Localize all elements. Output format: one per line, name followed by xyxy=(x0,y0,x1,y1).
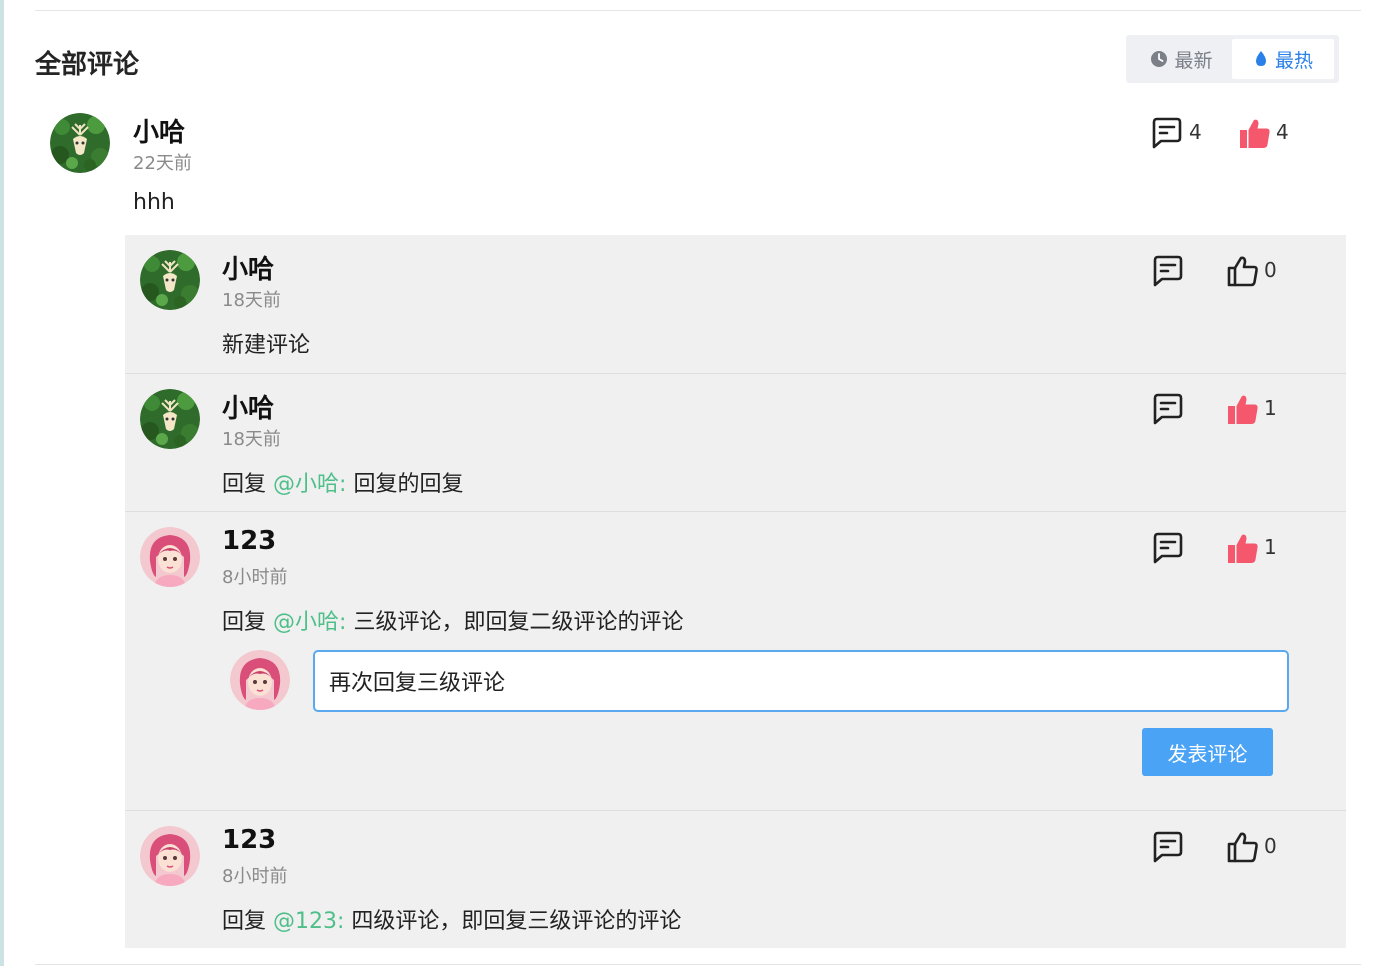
sort-latest-label: 最新 xyxy=(1174,49,1213,72)
reply-divider xyxy=(125,511,1346,512)
avatar[interactable] xyxy=(50,113,110,173)
like-count: 0 xyxy=(1264,258,1277,282)
reply-username[interactable]: 小哈 xyxy=(222,249,274,286)
reply-time: 18天前 xyxy=(222,429,281,450)
like-count: 0 xyxy=(1264,834,1277,858)
thumbs-up-filled-icon[interactable] xyxy=(1238,116,1272,150)
bottom-divider xyxy=(35,964,1361,965)
deer-avatar-icon xyxy=(140,250,200,310)
reply-divider xyxy=(125,373,1346,374)
reply-username[interactable]: 小哈 xyxy=(222,388,274,425)
sort-tabs: 最新 最热 xyxy=(1126,35,1339,83)
left-edge-strip xyxy=(0,0,4,966)
reply-text: 三级评论，即回复二级评论的评论 xyxy=(353,610,684,635)
mention-link[interactable]: @小哈: xyxy=(273,472,346,497)
thumbs-up-icon[interactable] xyxy=(1226,830,1260,864)
girl-avatar-icon xyxy=(140,826,200,886)
comment-icon[interactable] xyxy=(1151,254,1185,288)
deer-avatar-icon xyxy=(140,389,200,449)
reply-prefix: 回复 xyxy=(222,610,267,635)
reply-content: 回复 @小哈: 三级评论，即回复二级评论的评论 xyxy=(222,604,683,636)
reply-time: 8小时前 xyxy=(222,866,288,887)
thumbs-up-icon[interactable] xyxy=(1226,254,1260,288)
clock-icon xyxy=(1151,51,1168,67)
reply-divider xyxy=(125,810,1346,811)
like-count: 4 xyxy=(1276,120,1289,144)
comment-content: hhh xyxy=(133,190,175,215)
comment-icon[interactable] xyxy=(1151,392,1185,426)
reply-form-avatar xyxy=(230,650,290,710)
sort-hot-label: 最热 xyxy=(1274,49,1313,72)
reply-username[interactable]: 123 xyxy=(222,526,276,556)
girl-avatar-icon xyxy=(230,650,290,710)
mention-link[interactable]: @小哈: xyxy=(273,610,346,635)
reply-content: 回复 @小哈: 回复的回复 xyxy=(222,466,463,498)
comment-icon[interactable] xyxy=(1151,830,1185,864)
thumbs-up-filled-icon[interactable] xyxy=(1226,392,1260,426)
comment-time: 22天前 xyxy=(133,153,192,174)
reply-text: 四级评论，即回复三级评论的评论 xyxy=(351,909,682,934)
reply-time: 8小时前 xyxy=(222,567,288,588)
mention-link[interactable]: @123: xyxy=(273,909,344,934)
avatar[interactable] xyxy=(140,527,200,587)
section-title: 全部评论 xyxy=(35,50,140,80)
comment-icon[interactable] xyxy=(1150,116,1184,150)
comment-icon[interactable] xyxy=(1151,531,1185,565)
reply-content: 新建评论 xyxy=(222,327,310,359)
avatar[interactable] xyxy=(140,250,200,310)
sort-tab-hot[interactable]: 最热 xyxy=(1232,39,1334,79)
reply-text: 新建评论 xyxy=(222,333,311,358)
submit-comment-button[interactable]: 发表评论 xyxy=(1142,728,1273,776)
reply-count: 4 xyxy=(1189,120,1202,144)
top-divider xyxy=(35,10,1361,11)
like-count: 1 xyxy=(1264,535,1277,559)
flame-icon xyxy=(1255,51,1266,66)
avatar[interactable] xyxy=(140,826,200,886)
reply-prefix: 回复 xyxy=(222,909,267,934)
reply-content: 回复 @123: 四级评论，即回复三级评论的评论 xyxy=(222,903,681,935)
like-count: 1 xyxy=(1264,396,1277,420)
girl-avatar-icon xyxy=(140,527,200,587)
reply-username[interactable]: 123 xyxy=(222,825,276,855)
reply-input[interactable] xyxy=(313,650,1289,712)
reply-text: 回复的回复 xyxy=(353,472,464,497)
sort-tab-latest[interactable]: 最新 xyxy=(1134,39,1229,79)
thumbs-up-filled-icon[interactable] xyxy=(1226,531,1260,565)
comment-username[interactable]: 小哈 xyxy=(133,112,185,149)
reply-prefix: 回复 xyxy=(222,472,267,497)
deer-avatar-icon xyxy=(50,113,110,173)
avatar[interactable] xyxy=(140,389,200,449)
reply-time: 18天前 xyxy=(222,290,281,311)
